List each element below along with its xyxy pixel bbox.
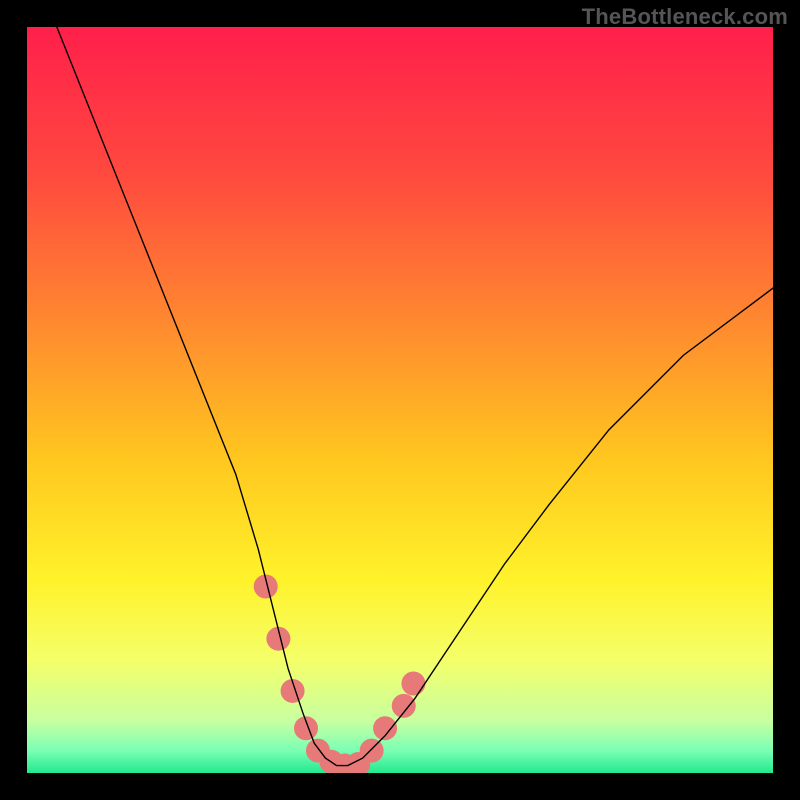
bottleneck-chart — [27, 27, 773, 773]
chart-frame — [27, 27, 773, 773]
highlight-dot — [401, 671, 425, 695]
highlight-dot — [392, 694, 416, 718]
attribution-text: TheBottleneck.com — [582, 4, 788, 30]
gradient-background — [27, 27, 773, 773]
highlight-dot — [360, 739, 384, 763]
